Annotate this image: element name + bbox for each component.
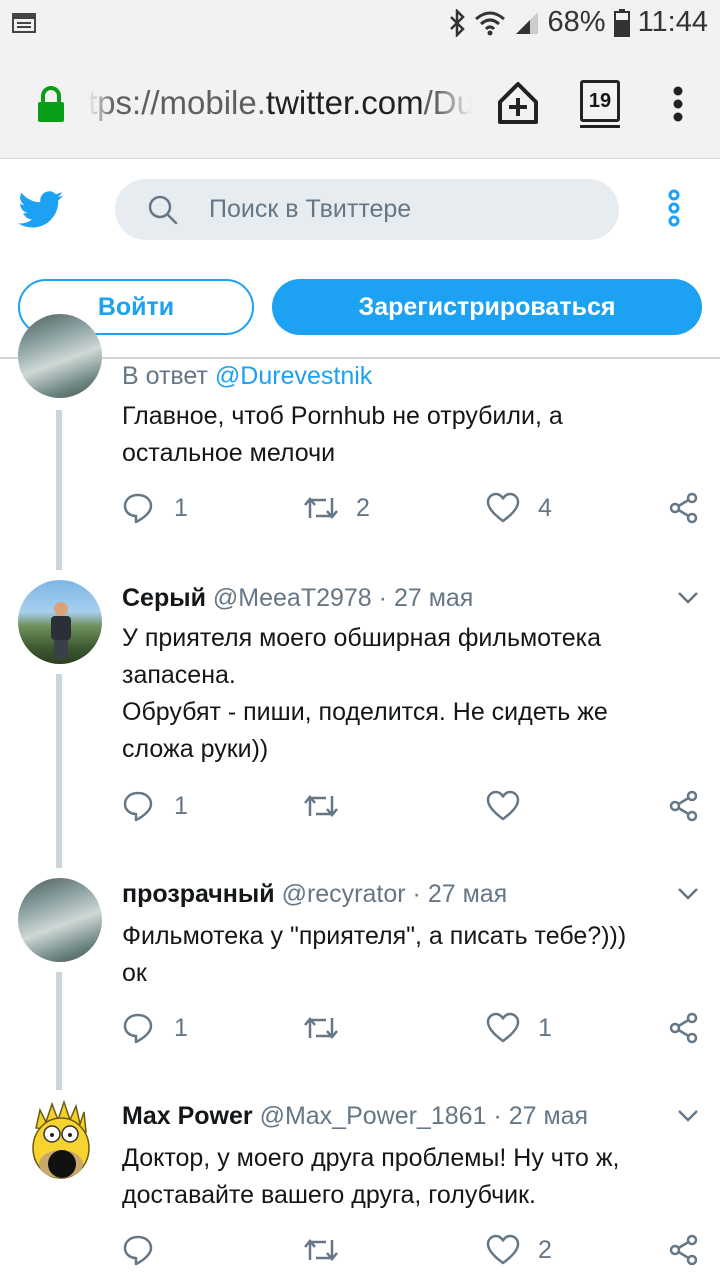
reply-icon	[123, 493, 153, 524]
retweet-icon	[304, 1017, 338, 1039]
tweet-header: Серый @MeeaT2978 · 27 мая	[122, 584, 474, 612]
tweet-date[interactable]: 27 мая	[428, 880, 507, 908]
retweet-button[interactable]	[302, 1008, 340, 1048]
user-handle[interactable]: @MeeaT2978	[213, 584, 372, 612]
like-button[interactable]: 4	[486, 488, 552, 528]
tweet-text: У приятеля моего обширная фильмотека зап…	[122, 624, 608, 763]
tweet-date[interactable]: 27 мая	[394, 584, 473, 612]
tweet-header: Max Power @Max_Power_1861 · 27 мая	[122, 1102, 589, 1130]
like-button[interactable]: 2	[486, 1230, 552, 1270]
retweet-icon	[304, 795, 338, 817]
tweet[interactable]: прозрачный @recyrator · 27 мая Фильмотек…	[0, 870, 720, 1092]
avatar[interactable]	[18, 1098, 102, 1182]
chevron-down-icon[interactable]	[676, 590, 700, 606]
share-icon[interactable]	[668, 492, 700, 524]
share-icon[interactable]	[668, 790, 700, 822]
reply-icon	[123, 1013, 153, 1044]
like-button[interactable]	[486, 786, 520, 826]
user-handle[interactable]: @recyrator	[282, 880, 406, 908]
reply-icon	[123, 1235, 153, 1266]
user-name[interactable]: Max Power	[122, 1102, 253, 1130]
chevron-down-icon[interactable]	[676, 886, 700, 902]
home-add-icon[interactable]	[496, 80, 540, 126]
avatar[interactable]	[18, 878, 102, 962]
twitter-bird-icon[interactable]	[18, 191, 64, 229]
chevron-down-icon[interactable]	[676, 1108, 700, 1124]
search-box[interactable]: Поиск в Твиттере	[115, 179, 619, 240]
reply-button[interactable]	[122, 1230, 154, 1270]
browser-toolbar: tps://mobile.twitter.com/Du 19	[0, 50, 720, 159]
calendar-notification-icon	[12, 13, 36, 33]
mention-link[interactable]: @Durevestnik	[215, 362, 372, 390]
status-bar: 68% 11:44	[0, 0, 720, 50]
retweet-button[interactable]	[302, 786, 340, 826]
tweet-header: прозрачный @recyrator · 27 мая	[122, 880, 508, 908]
reply-context: В ответ @Durevestnik	[122, 362, 373, 390]
clock: 11:44	[637, 6, 708, 38]
tweet[interactable]: Серый @MeeaT2978 · 27 мая У приятеля мое…	[0, 574, 720, 870]
wifi-icon	[474, 11, 505, 35]
like-icon	[486, 1234, 520, 1265]
signup-button[interactable]: Зарегистрироваться	[272, 279, 702, 335]
signal-icon	[515, 11, 538, 34]
tweet-actions: 1 2 4	[0, 488, 720, 528]
like-icon	[486, 492, 520, 523]
reply-button[interactable]: 1	[122, 1008, 188, 1048]
tweet-actions: 2	[0, 1230, 720, 1270]
tweet[interactable]: В ответ @Durevestnik Главное, чтоб Pornh…	[0, 314, 720, 574]
battery-percent: 68%	[547, 6, 606, 38]
user-handle[interactable]: @Max_Power_1861	[260, 1102, 487, 1130]
avatar[interactable]	[18, 314, 102, 398]
tabs-button[interactable]: 19	[580, 80, 620, 128]
like-button[interactable]: 1	[486, 1008, 552, 1048]
thread-line	[56, 674, 62, 868]
user-name[interactable]: прозрачный	[122, 880, 275, 908]
like-icon	[486, 1012, 520, 1043]
retweet-button[interactable]: 2	[302, 488, 370, 528]
retweet-icon	[304, 1239, 338, 1261]
tweet-text: Доктор, у моего друга проблемы! Ну что ж…	[122, 1144, 620, 1209]
tweet-actions: 1 1	[0, 1008, 720, 1048]
avatar[interactable]	[18, 580, 102, 664]
kebab-menu-icon[interactable]	[672, 86, 684, 122]
tweet-actions: 1	[0, 786, 720, 826]
share-icon[interactable]	[668, 1012, 700, 1044]
reply-button[interactable]: 1	[122, 786, 188, 826]
tweet[interactable]: Max Power @Max_Power_1861 · 27 мая Докто…	[0, 1092, 720, 1280]
like-icon	[486, 790, 520, 821]
retweet-button[interactable]	[302, 1230, 340, 1270]
battery-icon	[613, 8, 630, 37]
bluetooth-icon	[449, 8, 465, 37]
retweet-icon	[304, 497, 338, 519]
tweet-text: Главное, чтоб Pornhub не отрубили, а ост…	[122, 402, 563, 467]
search-icon	[148, 195, 178, 225]
tweet-text: Фильмотека у "приятеля", а писать тебе?)…	[122, 922, 627, 987]
reply-button[interactable]: 1	[122, 488, 188, 528]
share-icon[interactable]	[668, 1234, 700, 1266]
search-placeholder: Поиск в Твиттере	[209, 195, 412, 223]
user-name[interactable]: Серый	[122, 584, 206, 612]
tweet-date[interactable]: 27 мая	[509, 1102, 588, 1130]
lock-icon[interactable]	[36, 86, 66, 124]
reply-icon	[123, 791, 153, 822]
twitter-header: Поиск в Твиттере Войти Зарегистрироватьс…	[0, 159, 720, 359]
more-vertical-icon[interactable]	[664, 189, 684, 227]
url-field[interactable]: tps://mobile.twitter.com/Du	[88, 84, 472, 126]
